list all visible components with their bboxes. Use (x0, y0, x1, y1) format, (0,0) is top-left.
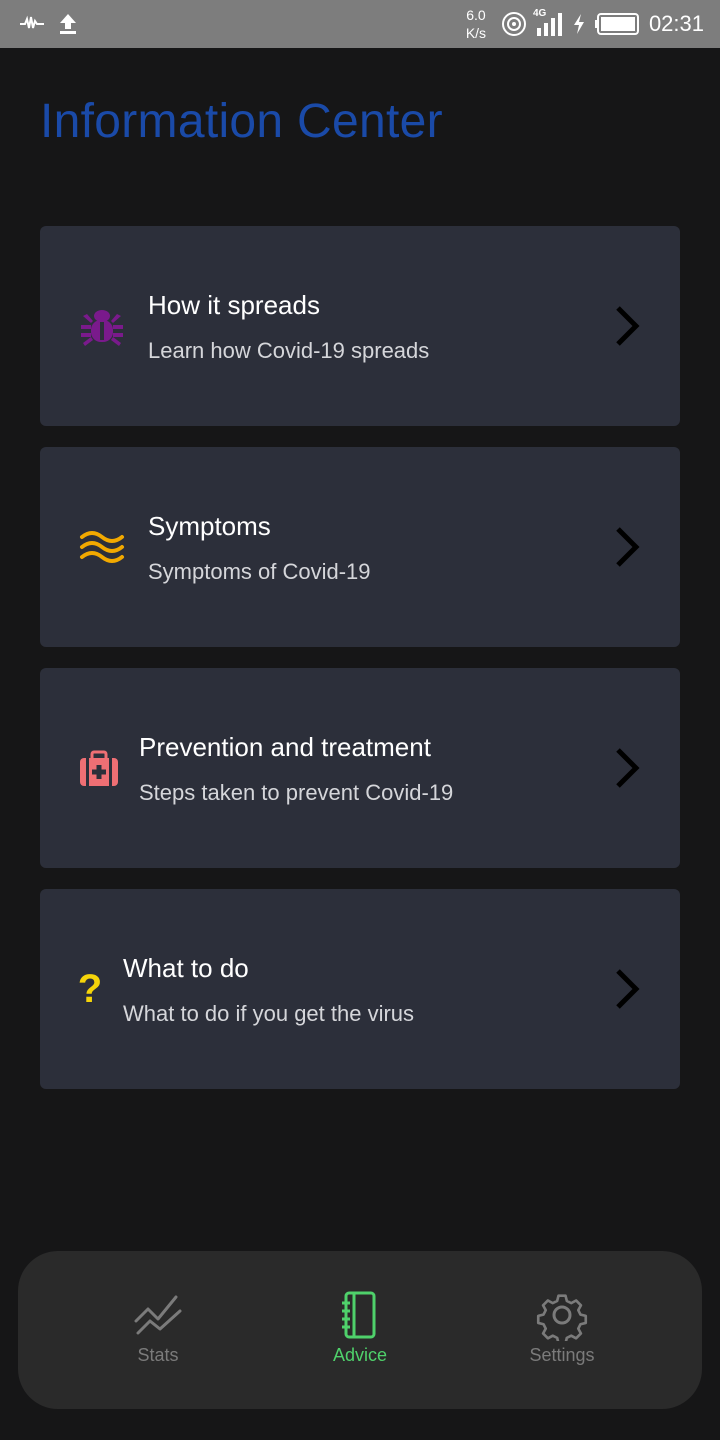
card-subtitle: Symptoms of Covid-19 (148, 559, 371, 584)
card-prevention-and-treatment[interactable]: Prevention and treatment Steps taken to … (40, 668, 680, 868)
bug-icon (78, 302, 126, 350)
hotspot-icon (501, 11, 527, 37)
nav-item-advice[interactable]: Advice (290, 1289, 430, 1375)
chevron-right-icon (616, 527, 640, 567)
card-subtitle: Learn how Covid-19 spreads (148, 338, 430, 363)
gear-icon (536, 1294, 588, 1341)
card-subtitle: Steps taken to prevent Covid-19 (139, 780, 454, 805)
card-how-it-spreads[interactable]: How it spreads Learn how Covid-19 spread… (40, 226, 680, 426)
card-subtitle: What to do if you get the virus (123, 1001, 415, 1026)
card-symptoms[interactable]: Symptoms Symptoms of Covid-19 (40, 447, 680, 647)
card-title: What to do (123, 953, 249, 983)
nav-label-advice: Advice (332, 1345, 388, 1365)
bottom-nav: Stats Advice Settings (18, 1251, 702, 1409)
chevron-right-icon (616, 306, 640, 346)
question-mark-icon: ? (77, 966, 103, 1011)
notebook-icon (342, 1291, 376, 1339)
card-title: How it spreads (148, 290, 320, 320)
card-title: Prevention and treatment (139, 732, 431, 762)
first-aid-kit-icon (75, 744, 123, 792)
card-title: Symptoms (148, 511, 271, 541)
nav-label-stats: Stats (137, 1345, 179, 1365)
charging-icon (573, 14, 585, 34)
nav-label-settings: Settings (529, 1345, 595, 1365)
status-bar: 6.0 K/s 4G 02:31 (0, 0, 720, 48)
network-speed: 6.0 K/s (465, 7, 487, 41)
upload-icon (58, 12, 78, 34)
waves-icon (78, 523, 126, 571)
stats-chart-icon (134, 1295, 182, 1335)
page-title: Information Center (40, 95, 443, 148)
chevron-right-icon (616, 969, 640, 1009)
activity-icon (20, 15, 44, 31)
card-what-to-do[interactable]: ? What to do What to do if you get the v… (40, 889, 680, 1089)
chevron-right-icon (616, 748, 640, 788)
nav-item-settings[interactable]: Settings (492, 1289, 632, 1375)
signal-4g-icon: 4G (533, 8, 563, 36)
network-type: 4G (532, 8, 547, 19)
battery-icon (594, 12, 641, 36)
status-clock: 02:31 (648, 11, 704, 36)
nav-item-stats[interactable]: Stats (88, 1289, 228, 1375)
